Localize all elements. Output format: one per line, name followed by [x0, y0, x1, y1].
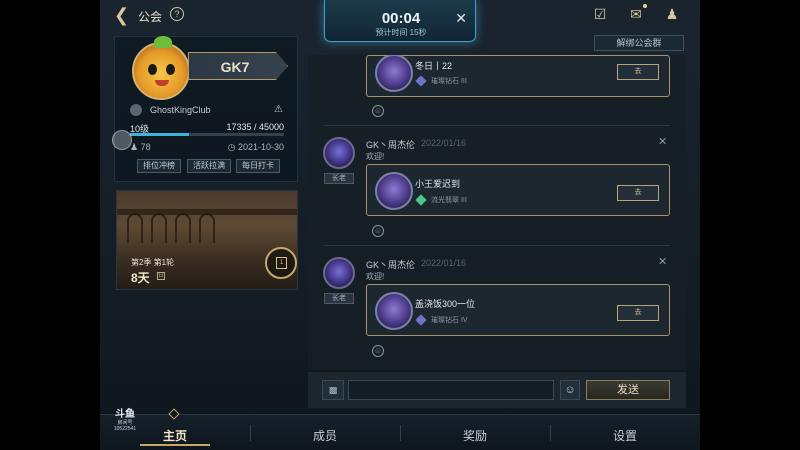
club-name-plate: GK7: [188, 52, 288, 80]
app-root: ❮ 公会 ? ☑ ✉ ♟ 解绑公会群 00:04 预计时间 15秒 ✕ GK7 …: [0, 0, 800, 450]
divider: [324, 125, 670, 126]
card-action-button[interactable]: 去: [617, 185, 659, 201]
share-player-rank: 流光翡翠 III: [431, 197, 467, 204]
player-avatar: [375, 172, 413, 210]
members-icon[interactable]: ♟: [663, 6, 681, 22]
divider: [324, 245, 670, 246]
sender-avatar[interactable]: [323, 137, 355, 169]
reaction-icon[interactable]: ☺: [372, 345, 384, 357]
tag-active[interactable]: 活跃拉满: [187, 159, 231, 173]
founded-date-value: 2021-10-30: [237, 142, 284, 152]
close-icon[interactable]: ✕: [658, 255, 667, 268]
back-arrow-icon[interactable]: ❮: [114, 6, 134, 26]
calendar-button[interactable]: 1: [265, 247, 297, 279]
exp-progress-fill: [130, 133, 190, 136]
notification-dot: [643, 4, 647, 8]
game-screen: ❮ 公会 ? ☑ ✉ ♟ 解绑公会群 00:04 预计时间 15秒 ✕ GK7 …: [100, 0, 700, 450]
nav-members[interactable]: 成员: [250, 427, 400, 444]
season-days-tag: 日: [157, 272, 165, 280]
timer-estimate: 预计时间 15秒: [375, 28, 427, 37]
help-icon[interactable]: ?: [170, 7, 184, 21]
role-tag: 长老: [324, 293, 354, 304]
club-emblem-icon: [132, 36, 190, 100]
unbind-group-button[interactable]: 解绑公会群: [594, 35, 684, 51]
message-text: 欢迎!: [366, 152, 385, 161]
watermark-logo: 斗鱼: [115, 409, 135, 420]
emoji-icon[interactable]: ☺: [560, 380, 580, 400]
message-date: 2022/01/16: [421, 258, 467, 268]
club-subname: GhostKingClub: [150, 105, 211, 115]
send-button[interactable]: 发送: [586, 380, 670, 400]
timer-time: 00:04: [381, 10, 421, 27]
player-avatar: [375, 292, 413, 330]
checklist-icon[interactable]: ☑: [591, 6, 609, 22]
page-title: 公会: [138, 10, 163, 24]
nav-rewards[interactable]: 奖励: [400, 427, 550, 444]
watermark-room-id: 10522541: [113, 426, 137, 432]
share-card[interactable]: 冬日丨22 璀璨钻石 III 去: [366, 55, 670, 97]
calendar-icon: 1: [276, 257, 287, 269]
sticker-icon[interactable]: ▩: [322, 380, 344, 400]
reaction-icon[interactable]: ☺: [372, 105, 384, 117]
share-card[interactable]: 小王爱迟到 流光翡翠 III 去: [366, 164, 670, 216]
close-icon[interactable]: ✕: [455, 10, 467, 27]
club-name: GK7: [220, 59, 250, 75]
season-card[interactable]: 第2季 第1轮 8天 日 1: [116, 190, 298, 290]
close-icon[interactable]: ✕: [658, 135, 667, 148]
sender-name: GK丶周杰伦: [366, 260, 416, 270]
member-count-value: 78: [140, 142, 151, 152]
sender-name: GK丶周杰伦: [366, 140, 416, 150]
chat-input-bar: ▩ ☺ 发送: [308, 372, 686, 408]
message-date: 2022/01/16: [421, 138, 467, 148]
share-player-name: 盖浇饭300一位: [415, 299, 476, 309]
share-player-name: 小王爱迟到: [415, 179, 461, 189]
season-days: 8天: [131, 271, 150, 285]
exp-progress-bar: [130, 133, 284, 136]
card-action-button[interactable]: 去: [617, 64, 659, 80]
chat-bubble-icon[interactable]: ✉: [627, 6, 645, 22]
message-text: 欢迎!: [366, 272, 385, 281]
role-tag: 长老: [324, 173, 354, 184]
rank-icon: [415, 194, 427, 206]
tag-rank-push[interactable]: 排位冲榜: [137, 159, 181, 173]
founded-date: ◷ 2021-10-30: [227, 142, 284, 152]
club-exp: 17335 / 45000: [226, 122, 284, 132]
queue-timer: 00:04 预计时间 15秒 ✕: [324, 0, 476, 42]
share-card[interactable]: 盖浇饭300一位 璀璨钻石 IV 去: [366, 284, 670, 336]
reaction-icon[interactable]: ☺: [372, 225, 384, 237]
chat-feed[interactable]: 冬日丨22 璀璨钻石 III 去 ☺ 长老 GK丶周杰伦 2022/01/16 …: [308, 55, 686, 370]
stream-watermark: 斗鱼 房间号 10522541: [110, 410, 140, 438]
warning-icon[interactable]: ⚠: [274, 104, 283, 115]
tag-daily-checkin[interactable]: 每日打卡: [236, 159, 280, 173]
season-label: 第2季 第1轮: [131, 258, 175, 267]
player-avatar: [375, 55, 413, 92]
member-count: ♟ 78: [130, 142, 151, 152]
club-logo-icon: [130, 104, 142, 116]
active-tab-underline: [140, 444, 210, 446]
chat-input[interactable]: [348, 380, 554, 400]
sender-avatar[interactable]: [323, 257, 355, 289]
rank-icon: [415, 314, 427, 326]
rank-icon: [415, 75, 427, 87]
share-player-name: 冬日丨22: [415, 61, 453, 71]
share-player-rank: 璀璨钻石 IV: [431, 317, 468, 324]
share-player-rank: 璀璨钻石 III: [431, 78, 467, 85]
card-action-button[interactable]: 去: [617, 305, 659, 321]
floating-assist-button[interactable]: [112, 130, 132, 150]
nav-settings[interactable]: 设置: [550, 427, 700, 444]
